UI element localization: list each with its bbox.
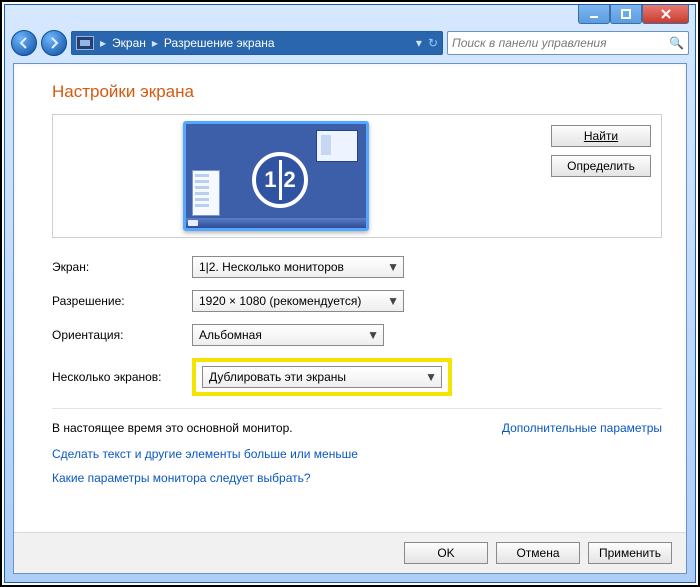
minimize-button[interactable]	[578, 5, 610, 24]
start-menu-icon	[192, 170, 220, 216]
chevron-down-icon: ▼	[387, 260, 399, 274]
orientation-select[interactable]: Альбомная ▼	[192, 324, 384, 346]
primary-monitor-status: В настоящее время это основной монитор.	[52, 421, 293, 435]
label-screen: Экран:	[52, 260, 192, 274]
label-resolution: Разрешение:	[52, 294, 192, 308]
nav-back-button[interactable]	[11, 30, 37, 56]
find-button[interactable]: Найти	[551, 125, 651, 147]
monitor-id-2: 2	[284, 167, 296, 193]
navbar: ▸ Экран ▸ Разрешение экрана ▾ ↻ Поиск в …	[5, 29, 695, 61]
identify-button[interactable]: Определить	[551, 155, 651, 177]
chevron-right-icon: ▸	[100, 36, 106, 50]
dialog-footer: OK Отмена Применить	[14, 532, 686, 573]
which-settings-link[interactable]: Какие параметры монитора следует выбрать…	[52, 471, 662, 485]
maximize-button[interactable]	[610, 5, 642, 24]
apply-button[interactable]: Применить	[588, 542, 672, 564]
resolution-select-value: 1920 × 1080 (рекомендуется)	[199, 294, 361, 308]
address-bar[interactable]: ▸ Экран ▸ Разрешение экрана ▾ ↻	[71, 31, 443, 55]
chevron-down-icon[interactable]: ▾	[416, 36, 422, 50]
content-panel: Настройки экрана 1 2	[13, 63, 687, 574]
label-multi: Несколько экранов:	[52, 370, 192, 384]
cancel-button[interactable]: Отмена	[496, 542, 580, 564]
orientation-select-value: Альбомная	[199, 328, 262, 342]
page-title: Настройки экрана	[52, 82, 662, 102]
monitor-thumbnail[interactable]: 1 2	[183, 121, 369, 231]
refresh-icon[interactable]: ↻	[428, 36, 438, 50]
text-size-link[interactable]: Сделать текст и другие элементы больше и…	[52, 447, 662, 461]
control-panel-icon	[76, 36, 94, 50]
search-input[interactable]: Поиск в панели управления 🔍	[447, 31, 689, 55]
screen-select-value: 1|2. Несколько мониторов	[199, 260, 344, 274]
resolution-select[interactable]: 1920 × 1080 (рекомендуется) ▼	[192, 290, 404, 312]
screen-select[interactable]: 1|2. Несколько мониторов ▼	[192, 256, 404, 278]
chevron-down-icon: ▼	[367, 328, 379, 342]
monitor-id-badge: 1 2	[252, 152, 308, 208]
breadcrumb-seg-1[interactable]: Экран	[112, 36, 146, 50]
titlebar	[5, 5, 695, 29]
chevron-down-icon: ▼	[425, 370, 437, 384]
breadcrumb-seg-2[interactable]: Разрешение экрана	[164, 36, 275, 50]
monitor-id-1: 1	[264, 167, 276, 193]
ok-button[interactable]: OK	[404, 542, 488, 564]
display-preview: 1 2 Найти Определить	[52, 114, 662, 238]
multi-display-highlight: Дублировать эти экраны ▼	[192, 358, 452, 396]
window-thumb-icon	[316, 130, 358, 162]
chevron-down-icon: ▼	[387, 294, 399, 308]
label-orientation: Ориентация:	[52, 328, 192, 342]
multi-display-select[interactable]: Дублировать эти экраны ▼	[202, 366, 442, 388]
multi-display-value: Дублировать эти экраны	[209, 370, 346, 384]
taskbar-icon	[186, 218, 366, 228]
search-icon: 🔍	[669, 36, 684, 50]
chevron-right-icon: ▸	[152, 36, 158, 50]
advanced-settings-link[interactable]: Дополнительные параметры	[502, 421, 662, 435]
close-button[interactable]	[642, 5, 689, 24]
search-placeholder: Поиск в панели управления	[452, 36, 607, 50]
nav-forward-button[interactable]	[41, 30, 67, 56]
